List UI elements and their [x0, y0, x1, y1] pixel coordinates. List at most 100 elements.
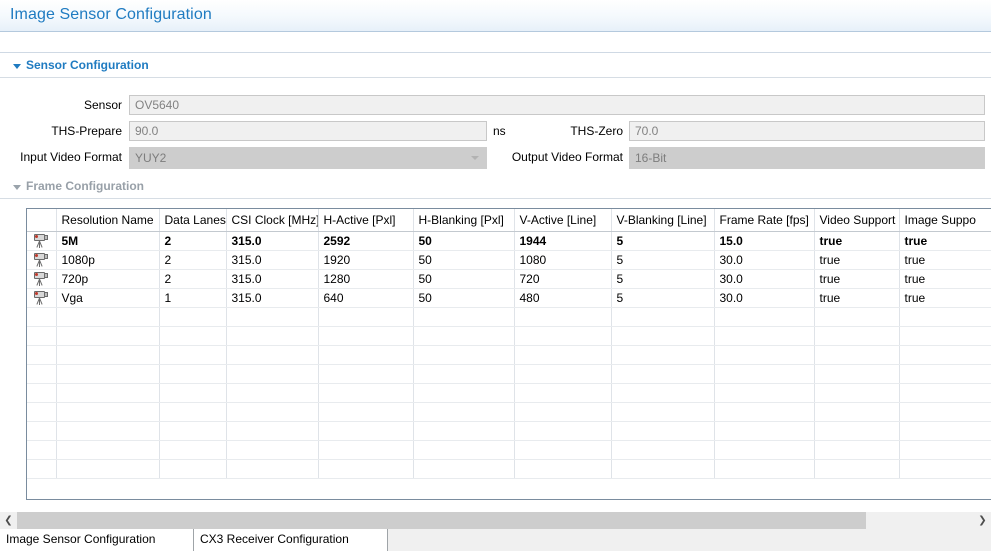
table-empty-cell[interactable]: [899, 402, 991, 422]
table-cell[interactable]: 1080: [514, 250, 612, 270]
table-empty-cell[interactable]: [226, 459, 319, 479]
table-empty-cell[interactable]: [159, 383, 227, 403]
table-empty-cell[interactable]: [413, 364, 515, 384]
table-cell[interactable]: 50: [413, 269, 515, 289]
table-empty-cell[interactable]: [159, 345, 227, 365]
table-empty-cell[interactable]: [714, 459, 815, 479]
table-empty-cell[interactable]: [899, 307, 991, 327]
table-cell[interactable]: 1944: [514, 231, 612, 251]
table-empty-cell[interactable]: [814, 326, 900, 346]
table-empty-cell[interactable]: [318, 364, 414, 384]
table-cell[interactable]: 1080p: [56, 250, 160, 270]
table-empty-cell[interactable]: [814, 307, 900, 327]
table-empty-row[interactable]: [27, 440, 991, 460]
table-empty-cell[interactable]: [899, 364, 991, 384]
table-row[interactable]: 720p 2 315.0 1280 50 720 5 30.0 true true: [27, 269, 991, 289]
table-cell[interactable]: 50: [413, 250, 515, 270]
table-column-header[interactable]: Image Suppo: [899, 209, 991, 232]
scrollbar-thumb[interactable]: [17, 512, 866, 529]
table-empty-cell[interactable]: [899, 459, 991, 479]
chevron-down-icon[interactable]: [471, 156, 479, 160]
table-cell[interactable]: 1: [159, 288, 227, 308]
table-empty-cell[interactable]: [611, 440, 715, 460]
table-cell[interactable]: 720: [514, 269, 612, 289]
table-empty-cell[interactable]: [899, 326, 991, 346]
table-empty-cell[interactable]: [318, 440, 414, 460]
table-cell[interactable]: 15.0: [714, 231, 815, 251]
table-column-header[interactable]: V-Active [Line]: [514, 209, 612, 232]
table-cell[interactable]: 30.0: [714, 250, 815, 270]
table-empty-cell[interactable]: [318, 383, 414, 403]
table-row[interactable]: 1080p 2 315.0 1920 50 1080 5 30.0 true true: [27, 250, 991, 270]
table-empty-cell[interactable]: [814, 345, 900, 365]
table-empty-cell[interactable]: [413, 383, 515, 403]
table-cell[interactable]: 1920: [318, 250, 414, 270]
table-cell[interactable]: 5: [611, 250, 715, 270]
section-header-sensor-configuration[interactable]: Sensor Configuration: [0, 56, 991, 78]
table-empty-cell[interactable]: [27, 364, 57, 384]
table-cell[interactable]: 480: [514, 288, 612, 308]
table-empty-cell[interactable]: [413, 440, 515, 460]
horizontal-scrollbar[interactable]: ❮ ❯: [0, 511, 991, 529]
table-cell[interactable]: 315.0: [226, 231, 319, 251]
table-empty-cell[interactable]: [814, 402, 900, 422]
table-column-header[interactable]: V-Blanking [Line]: [611, 209, 715, 232]
table-empty-row[interactable]: [27, 421, 991, 441]
table-column-header[interactable]: Frame Rate [fps]: [714, 209, 815, 232]
table-empty-cell[interactable]: [159, 307, 227, 327]
table-empty-cell[interactable]: [27, 440, 57, 460]
table-row-icon-cell[interactable]: [27, 269, 57, 289]
triangle-down-icon[interactable]: [13, 64, 21, 69]
table-empty-cell[interactable]: [226, 307, 319, 327]
scroll-left-arrow-icon[interactable]: ❮: [0, 512, 17, 529]
table-cell[interactable]: 5M: [56, 231, 160, 251]
table-empty-cell[interactable]: [56, 345, 160, 365]
table-empty-cell[interactable]: [56, 421, 160, 441]
table-cell[interactable]: 5: [611, 269, 715, 289]
table-empty-cell[interactable]: [226, 364, 319, 384]
table-empty-cell[interactable]: [226, 326, 319, 346]
table-empty-cell[interactable]: [226, 345, 319, 365]
table-empty-cell[interactable]: [159, 364, 227, 384]
table-empty-cell[interactable]: [611, 402, 715, 422]
table-empty-cell[interactable]: [899, 440, 991, 460]
table-empty-cell[interactable]: [27, 326, 57, 346]
table-cell[interactable]: 50: [413, 231, 515, 251]
table-empty-cell[interactable]: [318, 402, 414, 422]
table-empty-cell[interactable]: [814, 440, 900, 460]
table-empty-cell[interactable]: [413, 402, 515, 422]
table-empty-cell[interactable]: [159, 326, 227, 346]
table-cell[interactable]: 2: [159, 250, 227, 270]
table-empty-cell[interactable]: [226, 383, 319, 403]
table-empty-cell[interactable]: [514, 459, 612, 479]
sensor-input[interactable]: OV5640: [129, 95, 985, 115]
table-empty-cell[interactable]: [226, 440, 319, 460]
table-cell[interactable]: true: [899, 231, 991, 251]
table-empty-cell[interactable]: [714, 421, 815, 441]
table-row-icon-cell[interactable]: [27, 231, 57, 251]
table-empty-cell[interactable]: [611, 459, 715, 479]
table-column-header[interactable]: Resolution Name: [56, 209, 160, 232]
table-empty-row[interactable]: [27, 383, 991, 403]
table-cell[interactable]: 315.0: [226, 250, 319, 270]
table-row[interactable]: Vga 1 315.0 640 50 480 5 30.0 true true: [27, 288, 991, 308]
table-empty-cell[interactable]: [514, 307, 612, 327]
table-empty-cell[interactable]: [814, 459, 900, 479]
table-empty-cell[interactable]: [714, 307, 815, 327]
table-column-header[interactable]: Data Lanes: [159, 209, 227, 232]
table-empty-cell[interactable]: [814, 421, 900, 441]
table-empty-cell[interactable]: [56, 307, 160, 327]
table-empty-cell[interactable]: [159, 459, 227, 479]
scroll-right-arrow-icon[interactable]: ❯: [974, 512, 991, 529]
table-empty-cell[interactable]: [714, 364, 815, 384]
table-empty-cell[interactable]: [514, 402, 612, 422]
table-row-icon-cell[interactable]: [27, 288, 57, 308]
tab-inactive[interactable]: CX3 Receiver Configuration: [194, 529, 388, 551]
table-empty-cell[interactable]: [413, 345, 515, 365]
table-empty-cell[interactable]: [27, 383, 57, 403]
table-cell[interactable]: 50: [413, 288, 515, 308]
table-empty-cell[interactable]: [318, 326, 414, 346]
table-cell[interactable]: true: [899, 250, 991, 270]
table-cell[interactable]: true: [899, 269, 991, 289]
table-cell[interactable]: 1280: [318, 269, 414, 289]
